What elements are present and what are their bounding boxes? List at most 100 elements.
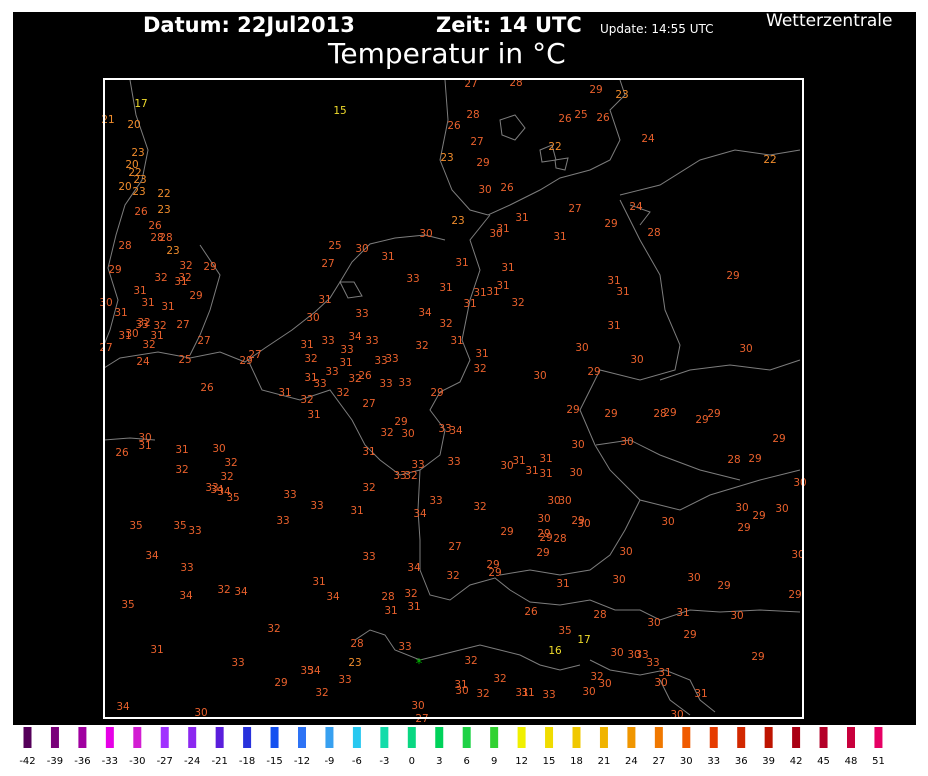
station-temp: 17	[134, 98, 147, 110]
scale-swatch	[599, 727, 608, 748]
scale-swatch	[517, 727, 526, 748]
station-temp: 24	[136, 356, 150, 368]
station-temp: 29	[430, 387, 443, 399]
scale-label: 12	[515, 756, 528, 767]
scale-label: 9	[491, 756, 497, 767]
station-temp: 24	[629, 201, 643, 213]
station-temp: 31	[475, 348, 488, 360]
station-temp: 25	[574, 109, 587, 121]
station-temp: 33	[398, 641, 411, 653]
station-temp: 32	[362, 482, 375, 494]
precipitation-marker: *	[416, 657, 423, 672]
station-temp: 33	[321, 335, 334, 347]
scale-swatch	[709, 727, 718, 748]
station-temp: 30	[99, 297, 112, 309]
scale-label: -27	[157, 756, 173, 767]
station-temp: 32	[348, 373, 361, 385]
scale-swatch	[435, 727, 444, 748]
scale-swatch	[243, 727, 252, 748]
station-temp: 34	[418, 307, 432, 319]
station-temp: 29	[604, 218, 617, 230]
station-temp: 33	[310, 500, 323, 512]
station-temp: 22	[548, 141, 561, 153]
scale-label: 6	[464, 756, 470, 767]
station-temp: 32	[446, 570, 459, 582]
header-update: Update: 14:55 UTC	[600, 22, 714, 36]
station-temp: 31	[114, 307, 127, 319]
station-temp: 29	[587, 366, 600, 378]
station-temp: 35	[558, 625, 571, 637]
station-temp: 31	[312, 576, 325, 588]
station-temp: 30	[306, 312, 319, 324]
station-temp: 30	[575, 342, 588, 354]
station-temp: 26	[596, 112, 610, 124]
station-temp: 20	[118, 181, 131, 193]
station-temp: 31	[676, 607, 689, 619]
station-temp: 31	[407, 601, 420, 613]
scale-label: 21	[598, 756, 611, 767]
scale-swatch	[298, 727, 306, 748]
scale-label: 18	[570, 756, 583, 767]
station-temp: 29	[752, 510, 765, 522]
station-temp: 30	[661, 516, 674, 528]
scale-label: -3	[379, 756, 389, 767]
station-temp: 22	[763, 154, 776, 166]
station-temp: 30	[582, 686, 595, 698]
scale-label: 51	[872, 756, 885, 767]
scale-swatch	[737, 727, 746, 748]
station-temp: 33	[447, 456, 460, 468]
station-temp: 28	[727, 454, 740, 466]
station-temp: 31	[521, 687, 534, 699]
station-temp: 32	[179, 260, 192, 272]
special-markers: *	[416, 657, 423, 672]
station-temp: 33	[313, 378, 326, 390]
station-temp: 16	[548, 645, 562, 657]
station-temp: 31	[439, 282, 452, 294]
scale-label: -18	[239, 756, 255, 767]
station-temp: 30	[577, 518, 590, 530]
station-temp: 31	[616, 286, 629, 298]
station-temp: 23	[133, 174, 146, 186]
scale-label: 42	[790, 756, 803, 767]
station-temp: 32	[404, 588, 417, 600]
map-title: Temperatur in °C	[327, 37, 566, 70]
station-temp: 31	[133, 285, 146, 297]
scale-label: -33	[102, 756, 118, 767]
scale-label: 36	[735, 756, 748, 767]
station-temp: 32	[336, 387, 349, 399]
header-datum: Datum: 22Jul2013	[143, 13, 355, 37]
scale-swatch	[874, 727, 883, 748]
station-temp: 23	[440, 152, 453, 164]
scale-label: -9	[324, 756, 334, 767]
station-temp: 30	[612, 574, 625, 586]
station-temp: 33	[385, 353, 398, 365]
scale-swatch	[792, 727, 801, 748]
temperature-color-scale: -42 -39 -36 -33 -30 -27 -24 -21 -18 -15 -12 -9 -6 -3 0…	[19, 727, 885, 767]
station-temp: 31	[496, 280, 509, 292]
station-temp: 28	[118, 240, 131, 252]
station-temp: 29	[604, 408, 617, 420]
scale-label: 27	[652, 756, 665, 767]
station-temp: 30	[478, 184, 491, 196]
scale-label: 39	[762, 756, 775, 767]
station-temp: 30	[610, 647, 623, 659]
station-temp: 30	[401, 428, 414, 440]
station-temp: 33	[340, 344, 353, 356]
station-temp: 27	[362, 398, 375, 410]
station-temp: 31	[141, 297, 154, 309]
station-temp: 27	[321, 258, 334, 270]
station-temp: 28	[553, 533, 566, 545]
station-temp: 32	[380, 427, 393, 439]
scale-swatch	[572, 727, 581, 748]
station-temp: 32	[511, 297, 524, 309]
station-temp: 25	[178, 354, 191, 366]
scale-swatch	[764, 727, 773, 748]
station-temp: 32	[224, 457, 237, 469]
station-temp: 33	[542, 689, 555, 701]
station-temp: 29	[788, 589, 801, 601]
station-temp: 31	[694, 688, 707, 700]
station-temp: 35	[121, 599, 134, 611]
station-temp: 29	[751, 651, 764, 663]
station-temp: 26	[200, 382, 214, 394]
scale-swatch	[380, 727, 389, 748]
